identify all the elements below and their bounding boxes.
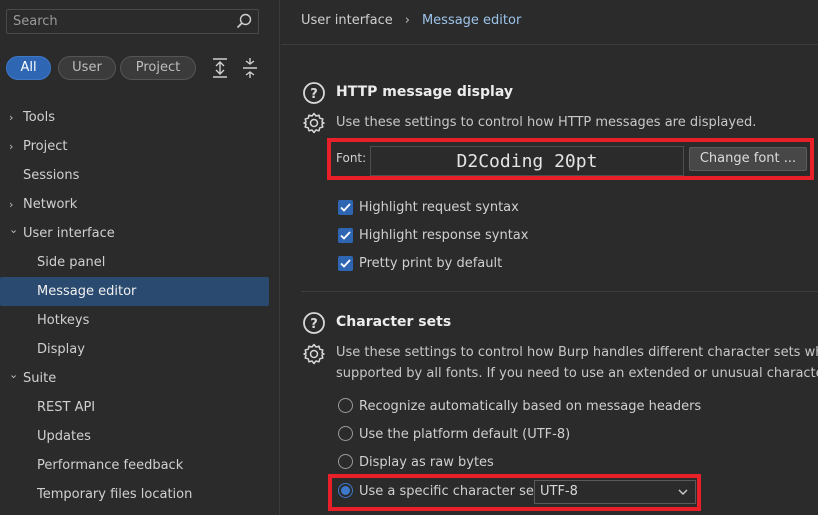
- tree-item-updates[interactable]: Updates: [0, 422, 269, 451]
- tree-item-hotkeys[interactable]: Hotkeys: [0, 306, 269, 335]
- section-title-character-sets: Character sets: [336, 314, 452, 330]
- gear-icon[interactable]: [302, 342, 326, 366]
- breadcrumb: User interface › Message editor: [301, 13, 521, 28]
- tree-item-temporary-files-location[interactable]: Temporary files location: [0, 480, 269, 509]
- radio-button[interactable]: [338, 398, 353, 413]
- breadcrumb-current: Message editor: [421, 13, 522, 28]
- checkbox-checked-icon[interactable]: [338, 200, 353, 215]
- checkbox-checked-icon[interactable]: [338, 256, 353, 271]
- chevron-right-icon: ›: [9, 111, 14, 124]
- section-description: Use these settings to control how HTTP m…: [336, 115, 757, 130]
- tree-item-rest-api[interactable]: REST API: [0, 393, 269, 422]
- radio-label: Use a specific character set:: [359, 484, 544, 499]
- radio-button-selected[interactable]: [338, 483, 353, 498]
- charset-select-value: UTF-8: [540, 484, 578, 499]
- chevron-right-icon: ›: [9, 140, 14, 153]
- search-icon[interactable]: [236, 13, 252, 29]
- radio-label: Recognize automatically based on message…: [359, 399, 702, 414]
- checkbox-label: Pretty print by default: [359, 256, 503, 271]
- filter-user-button[interactable]: User: [58, 56, 116, 80]
- checkbox-label: Highlight response syntax: [359, 228, 529, 243]
- chevron-down-icon: ⌄: [9, 223, 19, 236]
- tree-item-label: User interface: [23, 226, 115, 241]
- tree-item-label: Display: [37, 342, 85, 357]
- tree-item-label: Performance feedback: [37, 458, 184, 473]
- section-description: Use these settings to control how Burp h…: [336, 342, 818, 384]
- section-title-http-display: HTTP message display: [336, 84, 513, 100]
- tree-item-side-panel[interactable]: Side panel: [0, 248, 269, 277]
- tree-item-sessions[interactable]: Sessions: [0, 161, 269, 190]
- breadcrumb-divider: [281, 44, 818, 45]
- collapse-all-icon[interactable]: [240, 56, 260, 80]
- help-icon[interactable]: ?: [302, 81, 326, 105]
- radio-label: Use the platform default (UTF-8): [359, 427, 571, 442]
- tree-item-label: REST API: [37, 400, 96, 415]
- gear-icon[interactable]: [302, 111, 326, 135]
- tree-item-performance-feedback[interactable]: Performance feedback: [0, 451, 269, 480]
- tree-item-label: Updates: [37, 429, 91, 444]
- breadcrumb-separator-icon: ›: [404, 13, 410, 28]
- tree-item-label: Tools: [23, 110, 56, 125]
- tree-item-label: Network: [23, 197, 78, 212]
- tree-item-label: Hotkeys: [37, 313, 90, 328]
- settings-sidebar: All User Project › Tools › Project Sessi…: [0, 0, 280, 515]
- tree-item-label: Side panel: [37, 255, 106, 270]
- font-field: D2Coding 20pt: [370, 146, 684, 176]
- chevron-down-icon: ⌄: [9, 368, 19, 381]
- radio-button[interactable]: [338, 454, 353, 469]
- filter-project-button[interactable]: Project: [120, 56, 196, 80]
- charset-select[interactable]: UTF-8: [534, 480, 696, 504]
- tree-item-label: Temporary files location: [37, 487, 193, 502]
- svg-text:?: ?: [310, 317, 318, 332]
- tree-item-project[interactable]: › Project: [0, 132, 269, 161]
- change-font-button[interactable]: Change font ...: [689, 147, 807, 171]
- tree-item-label: Message editor: [37, 284, 137, 299]
- breadcrumb-parent[interactable]: User interface: [301, 13, 393, 28]
- chevron-down-icon: [678, 489, 688, 495]
- tree-item-user-interface[interactable]: ⌄ User interface: [0, 219, 269, 248]
- filter-all-button[interactable]: All: [6, 56, 51, 80]
- search-box[interactable]: [6, 9, 259, 34]
- radio-button[interactable]: [338, 426, 353, 441]
- tree-item-display[interactable]: Display: [0, 335, 269, 364]
- settings-content: User interface › Message editor ? HTTP mes…: [281, 0, 818, 515]
- tree-item-label: Project: [23, 139, 68, 154]
- tree-item-label: Sessions: [23, 168, 80, 183]
- tree-item-message-editor[interactable]: Message editor: [0, 277, 269, 306]
- expand-all-icon[interactable]: [210, 56, 230, 80]
- tree-item-tools[interactable]: › Tools: [0, 103, 269, 132]
- help-icon[interactable]: ?: [302, 311, 326, 335]
- section-divider: [301, 291, 818, 292]
- tree-item-suite[interactable]: ⌄ Suite: [0, 364, 269, 393]
- svg-text:?: ?: [310, 87, 318, 102]
- checkbox-label: Highlight request syntax: [359, 200, 519, 215]
- description-line: supported by all fonts. If you need to u…: [336, 366, 818, 381]
- radio-label: Display as raw bytes: [359, 455, 494, 470]
- search-input[interactable]: [7, 10, 241, 33]
- tree-item-network[interactable]: › Network: [0, 190, 269, 219]
- checkbox-checked-icon[interactable]: [338, 228, 353, 243]
- font-label: Font:: [336, 151, 367, 165]
- description-line: Use these settings to control how Burp h…: [336, 345, 818, 360]
- tree-item-label: Suite: [23, 371, 57, 386]
